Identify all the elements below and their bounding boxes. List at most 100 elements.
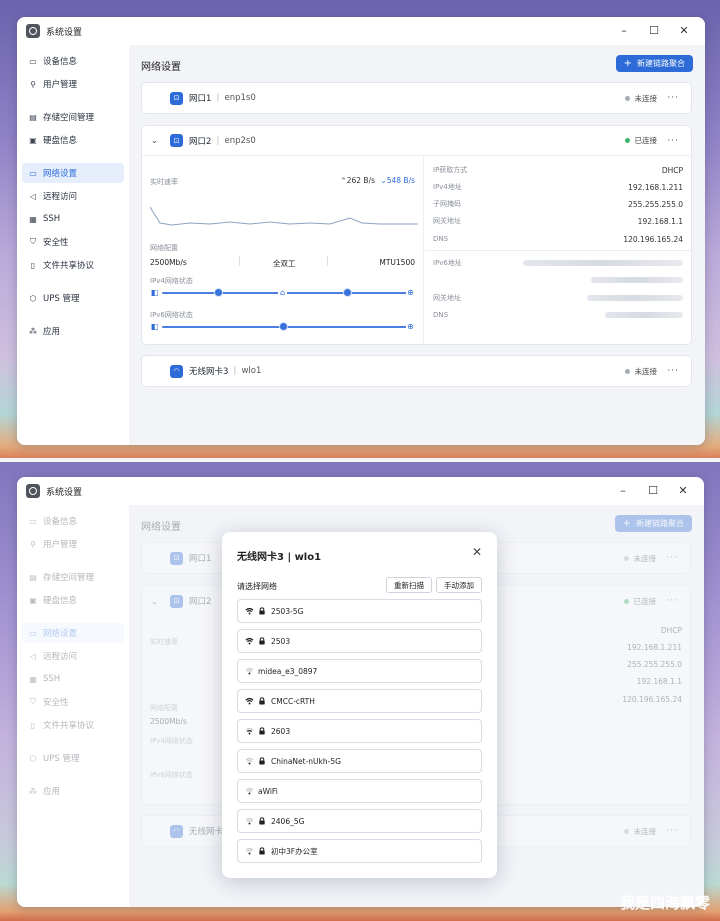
wifi-ssid: aWiFi	[258, 786, 278, 796]
sidebar-item-ups[interactable]: ⬡ UPS 管理	[22, 748, 124, 768]
nic-card-header[interactable]: ◠ 无线网卡3 | wlo1 未连接 ···	[142, 356, 691, 386]
manual-add-button[interactable]: 手动添加	[436, 577, 482, 593]
status-dot	[624, 368, 630, 374]
more-options-icon[interactable]: ···	[666, 826, 678, 836]
divider	[239, 256, 240, 266]
sidebar-item-label: 用户管理	[43, 540, 78, 550]
gateway-value: 192.168.1.1	[636, 677, 682, 686]
ethernet-port-icon: ⊡	[170, 551, 183, 565]
close-button[interactable]: ✕	[669, 23, 699, 39]
more-options-icon[interactable]: ···	[667, 93, 679, 103]
sidebar-item-storage[interactable]: ▤ 存储空间管理	[22, 567, 124, 587]
router-icon: ⌂	[278, 288, 287, 297]
dialog-title: 无线网卡3 | wlo1	[237, 552, 322, 563]
sidebar-item-ups[interactable]: ⬡ UPS 管理	[22, 288, 124, 308]
wifi-network-item[interactable]: 2503-5G	[237, 599, 482, 623]
sidebar-item-label: 安全性	[43, 698, 69, 708]
detail-key: DNS	[433, 311, 449, 319]
more-options-icon[interactable]: ···	[667, 366, 679, 376]
sidebar-item-remote[interactable]: ◁ 远程访问	[22, 186, 124, 206]
realtime-rate-label: 实时速率	[150, 638, 178, 646]
wifi-network-item[interactable]: 2503	[237, 629, 482, 653]
globe-icon: ⊕	[406, 322, 415, 331]
maximize-button[interactable]: ☐	[639, 23, 669, 39]
sidebar-item-security[interactable]: ⛉ 安全性	[22, 692, 124, 712]
minimize-button[interactable]: –	[608, 483, 638, 499]
apps-icon: ⁂	[29, 786, 37, 796]
sidebar-item-security[interactable]: ⛉ 安全性	[22, 232, 124, 252]
sidebar-item-users[interactable]: ⚲ 用户管理	[22, 74, 124, 94]
sidebar-item-remote[interactable]: ◁ 远程访问	[22, 646, 124, 666]
detail-value: 120.196.165.24	[623, 234, 683, 244]
wifi-network-item[interactable]: aWiFi	[237, 779, 482, 803]
ipv4-address-row: IPv4地址 192.168.1.211	[433, 180, 683, 194]
subnet-mask-value: 255.255.255.0	[627, 660, 682, 669]
sidebar-item-users[interactable]: ⚲ 用户管理	[22, 534, 124, 554]
close-button[interactable]: ✕	[668, 483, 698, 499]
sidebar-item-file-sharing[interactable]: ▯ 文件共享协议	[22, 255, 124, 275]
sidebar-item-apps[interactable]: ⁂ 应用	[22, 321, 124, 341]
sidebar: ▭ 设备信息 ⚲ 用户管理 ▤ 存储空间管理 ▣ 硬盘信息 ▭ 网络设置 ◁ 远程访问 ▦ S…	[17, 505, 129, 907]
nic-card-header[interactable]: ⌄ ⊡ 网口2 | enp2s0 已连接 ···	[142, 126, 691, 156]
sidebar-item-device-info[interactable]: ▭ 设备信息	[22, 511, 124, 531]
sidebar-item-disk[interactable]: ▣ 硬盘信息	[22, 130, 124, 150]
wifi-network-list[interactable]: 2503-5G 2503 midea_e3_0897 CMCC-cRTH 2603 Chi…	[237, 599, 482, 878]
upload-rate-value: 262 B/s	[346, 176, 375, 185]
sidebar-item-network[interactable]: ▭ 网络设置	[22, 623, 124, 643]
rescan-button[interactable]: 重新扫描	[386, 577, 432, 593]
nic-name: 网口1	[189, 554, 212, 564]
ipv4-status-diagram: ◧ ⌂ ⊕	[150, 287, 415, 299]
more-options-icon[interactable]: ···	[666, 553, 678, 563]
more-options-icon[interactable]: ···	[666, 596, 678, 606]
sidebar-item-file-sharing[interactable]: ▯ 文件共享协议	[22, 715, 124, 735]
minimize-button[interactable]: –	[609, 23, 639, 39]
close-icon[interactable]: ✕	[472, 545, 482, 559]
plus-icon: +	[623, 58, 632, 69]
wifi-network-item[interactable]: CMCC-cRTH	[237, 689, 482, 713]
status-dot	[624, 95, 630, 101]
status-text: 已连接	[633, 596, 657, 606]
network-icon: ▭	[29, 628, 37, 638]
nic-card-header[interactable]: ⊡ 网口1 | enp1s0 未连接 ···	[142, 83, 691, 113]
sidebar-item-label: 设备信息	[43, 517, 78, 527]
settings-window-dialog-state: 系统设置 – ☐ ✕ ▭ 设备信息 ⚲ 用户管理 ▤ 存储空间管理 ▣ 硬盘信息 ▭ 网络…	[17, 477, 704, 907]
sidebar-item-device-info[interactable]: ▭ 设备信息	[22, 51, 124, 71]
lock-icon	[259, 817, 265, 825]
title-bar[interactable]: 系统设置 – ☐ ✕	[17, 477, 704, 505]
ipv6-status-diagram: ◧ ⊕	[150, 321, 415, 333]
sidebar-item-label: 硬盘信息	[43, 136, 78, 146]
chevron-down-icon[interactable]: ⌄	[151, 597, 158, 606]
sidebar-item-label: 网络设置	[43, 629, 78, 639]
sidebar-item-label: 远程访问	[43, 192, 78, 202]
user-icon: ⚲	[30, 539, 36, 549]
wifi-network-item[interactable]: ChinaNet-nUkh-5G	[237, 749, 482, 773]
sidebar-item-storage[interactable]: ▤ 存储空间管理	[22, 107, 124, 127]
network-config-label: 网络配置	[150, 244, 178, 252]
maximize-button[interactable]: ☐	[638, 483, 668, 499]
new-link-aggregation-button[interactable]: + 新建链路聚合	[615, 55, 693, 72]
wifi-network-item[interactable]: 初中3F办公室	[237, 839, 482, 863]
ipv6-dns-row: DNS	[433, 308, 683, 322]
sidebar-item-label: 硬盘信息	[43, 596, 78, 606]
nic-card-1: ⊡ 网口1 | enp1s0 未连接 ···	[141, 82, 692, 114]
more-options-icon[interactable]: ···	[667, 136, 679, 146]
sidebar-item-disk[interactable]: ▣ 硬盘信息	[22, 590, 124, 610]
storage-icon: ▤	[29, 572, 37, 582]
sidebar-item-apps[interactable]: ⁂ 应用	[22, 781, 124, 801]
chevron-down-icon[interactable]: ⌄	[151, 136, 158, 145]
detail-key: IPv6地址	[433, 259, 462, 267]
new-link-aggregation-button[interactable]: + 新建链路聚合	[614, 515, 692, 532]
wifi-ssid: 2503-5G	[271, 606, 304, 616]
wifi-network-item[interactable]: 2603	[237, 719, 482, 743]
status-text: 未连接	[633, 553, 657, 563]
sidebar-item-network[interactable]: ▭ 网络设置	[22, 163, 124, 183]
sidebar-item-ssh[interactable]: ▦ SSH	[22, 669, 124, 689]
wifi-network-item[interactable]: midea_e3_0897	[237, 659, 482, 683]
wifi-network-item[interactable]: 2406_5G	[237, 809, 482, 833]
main-content: 网络设置 + 新建链路聚合 ⊡ 网口1 | enp1s0 未连接 ··· ⌄ ⊡ …	[129, 45, 705, 445]
wifi-ssid: 2603	[271, 726, 291, 736]
ipv4-connection-line	[162, 292, 414, 294]
title-bar[interactable]: 系统设置 – ☐ ✕	[17, 17, 705, 45]
sidebar-item-ssh[interactable]: ▦ SSH	[22, 209, 124, 229]
network-icon: ▭	[29, 168, 37, 178]
